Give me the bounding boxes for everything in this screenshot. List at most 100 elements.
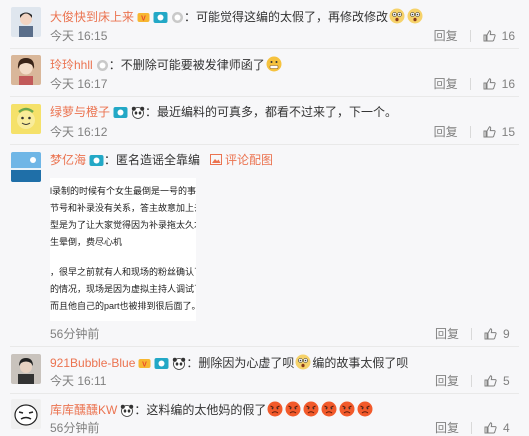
shocked-emoji-icon xyxy=(407,8,423,24)
panda-icon xyxy=(121,404,134,417)
like-count: 16 xyxy=(501,29,515,43)
divider xyxy=(471,375,472,387)
divider xyxy=(471,422,472,434)
separator xyxy=(10,144,519,145)
avatar-image xyxy=(11,152,41,182)
avatar[interactable] xyxy=(11,152,41,182)
comment-text: ：删除因为心虚了呗 xyxy=(186,356,295,370)
like-button[interactable]: 5 xyxy=(484,373,515,389)
username[interactable]: 绿萝与橙子 xyxy=(50,105,110,119)
reply-button[interactable]: 回复 xyxy=(435,420,459,436)
username[interactable]: 921Bubble-Blue xyxy=(50,356,135,370)
image-text-line: 节号和补录没有关系，答主故意加上去， xyxy=(50,203,196,213)
avatar[interactable] xyxy=(11,104,41,134)
image-text-line: l录制的时候有个女生最倒是一号的事情 xyxy=(50,186,196,196)
separator xyxy=(10,393,519,394)
thumbs-up-icon xyxy=(483,126,496,138)
comment-text: 编的故事太假了呗 xyxy=(312,356,409,370)
member-level-icon xyxy=(154,358,169,369)
panda-icon xyxy=(173,357,186,370)
angry-emoji-icon xyxy=(285,401,301,417)
medal-icon xyxy=(96,60,108,71)
comment-text: ：最近编料的可真多，都看不过来了，下一个。 xyxy=(145,105,398,119)
reply-button[interactable]: 回复 xyxy=(435,373,459,389)
panda-icon xyxy=(131,106,145,119)
image-text-line: 生晕倒，费尽心机 xyxy=(50,237,123,247)
timestamp: 今天 16:15 xyxy=(50,29,108,43)
like-count: 5 xyxy=(503,374,510,388)
thumbs-up-icon xyxy=(483,30,496,42)
timestamp: 56分钟前 xyxy=(50,327,100,341)
avatar[interactable] xyxy=(11,55,41,85)
separator xyxy=(10,48,519,49)
comment-text: ：匿名造谣全靠编 xyxy=(104,153,201,167)
thumbs-up-icon xyxy=(484,328,497,340)
angry-emoji-icon xyxy=(357,401,373,417)
like-button[interactable]: 15 xyxy=(483,124,515,140)
separator xyxy=(10,96,519,97)
like-count: 4 xyxy=(503,421,510,435)
image-text-line: 型是为了让大家觉得因为补录拖太久才逃 xyxy=(50,220,196,230)
reply-button[interactable]: 回复 xyxy=(434,76,458,92)
vip-badge-icon: V xyxy=(138,359,151,369)
username[interactable]: 梦亿海 xyxy=(50,153,86,167)
grimace-emoji-icon xyxy=(266,56,282,72)
shocked-emoji-icon xyxy=(295,354,311,370)
avatar-image xyxy=(11,104,41,134)
like-count: 16 xyxy=(501,77,515,91)
comment-text: ：这料编的太他妈的假了 xyxy=(134,403,267,417)
like-count: 15 xyxy=(501,125,515,139)
reply-button[interactable]: 回复 xyxy=(434,28,458,44)
avatar-image xyxy=(11,399,41,429)
avatar-image xyxy=(11,55,41,85)
comment-image[interactable]: l录制的时候有个女生最倒是一号的事情 节号和补录没有关系，答主故意加上去， 型是… xyxy=(50,178,196,321)
angry-emoji-icon xyxy=(339,401,355,417)
avatar[interactable] xyxy=(11,7,41,37)
timestamp: 今天 16:11 xyxy=(50,374,107,388)
avatar-image xyxy=(11,354,41,384)
picture-icon xyxy=(210,154,223,165)
angry-emoji-icon xyxy=(267,401,283,417)
like-button[interactable]: 16 xyxy=(483,28,515,44)
comment-image-label: 评论配图 xyxy=(225,153,274,167)
thumbs-up-icon xyxy=(484,422,497,434)
vip-badge-icon: V xyxy=(137,13,150,23)
like-button[interactable]: 4 xyxy=(484,420,515,436)
image-text-line: ，很早之前就有人和现场的粉丝确认了 xyxy=(50,267,196,277)
avatar[interactable] xyxy=(11,354,41,384)
divider xyxy=(469,126,471,138)
comment-image-link[interactable]: 评论配图 xyxy=(210,153,273,167)
divider xyxy=(469,30,471,42)
svg-text:V: V xyxy=(141,16,146,23)
comment-list: 大俊快到床上来 V ：可能觉得这编的太假了，再修改修改 今天 16:15 回复 16… xyxy=(0,0,529,436)
divider xyxy=(469,78,471,90)
shocked-emoji-icon xyxy=(389,8,405,24)
like-count: 9 xyxy=(503,327,510,341)
avatar[interactable] xyxy=(11,399,41,429)
member-level-icon xyxy=(153,12,168,23)
svg-text:V: V xyxy=(143,362,148,369)
divider xyxy=(471,328,472,340)
thumbs-up-icon xyxy=(483,78,496,90)
reply-button[interactable]: 回复 xyxy=(434,124,458,140)
avatar-image xyxy=(11,7,41,37)
angry-emoji-icon xyxy=(321,401,337,417)
member-level-icon xyxy=(89,155,104,166)
username[interactable]: 库库醺醺KW xyxy=(50,403,117,417)
comment-text: ：可能觉得这编的太假了，再修改修改 xyxy=(184,10,389,24)
username[interactable]: 大俊快到床上来 xyxy=(50,10,134,24)
reply-button[interactable]: 回复 xyxy=(435,326,459,342)
like-button[interactable]: 9 xyxy=(484,326,515,342)
like-button[interactable]: 16 xyxy=(483,76,515,92)
username[interactable]: 玲玲hhll xyxy=(50,58,93,72)
angry-emoji-icon xyxy=(303,401,319,417)
thumbs-up-icon xyxy=(484,375,497,387)
timestamp: 今天 16:12 xyxy=(50,125,108,139)
image-text-line: 的情况，现场是因为虚拟主持人调试了很 xyxy=(50,284,196,294)
comment-text: ：不删除可能要被发律师函了 xyxy=(108,58,265,72)
timestamp: 今天 16:17 xyxy=(50,77,108,91)
separator xyxy=(10,346,519,347)
image-text-line: 而且他自己的part也被排到很后面了。 xyxy=(50,301,196,311)
medal-icon xyxy=(172,12,184,23)
timestamp: 56分钟前 xyxy=(50,421,100,435)
